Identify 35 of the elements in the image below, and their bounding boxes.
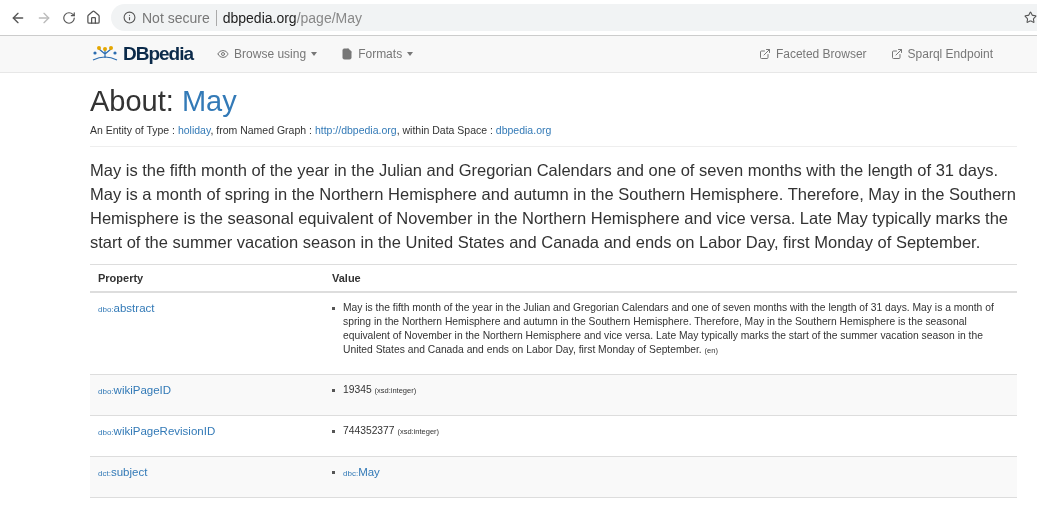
security-label: Not secure <box>142 9 210 26</box>
entity-description: An Entity of Type : holiday, from Named Graph : http://dbpedia.org, within Data Space : dbpedia.org <box>90 124 1017 147</box>
logo-icon <box>90 44 120 64</box>
url-text: dbpedia.org/page/May <box>222 9 363 26</box>
nav-menu[interactable]: Browse using <box>217 47 318 61</box>
logo-text[interactable]: DBpedia <box>123 43 194 65</box>
info-icon[interactable] <box>123 11 136 24</box>
star-icon[interactable] <box>1024 11 1037 24</box>
property-link[interactable]: dbo:abstract <box>98 301 155 358</box>
caret-icon <box>407 52 414 56</box>
caret-icon <box>311 52 318 56</box>
external-link-icon <box>890 48 903 60</box>
file-icon <box>341 48 354 60</box>
bullet-icon <box>332 430 335 433</box>
eye-icon <box>217 48 230 60</box>
value-link[interactable]: dbc:May <box>343 465 380 481</box>
column-header: Property <box>97 271 145 286</box>
abstract-paragraph: May is the fifth month of the year in the Julian and Gregorian Calendars and one of seven months with the length of 31 days. May is a month of spring in the Northern Hemisphere and autumn in the Southern Hemisphere. Therefore, May in the Southern Hemisphere is the seasonal equivalent of November in the Northern Hemisphere and vice versa. Late May typically marks the start of the summer vacation season in the United States and Canada and ends on Labor Day, first Monday of September. <box>90 160 1017 253</box>
nav-menu[interactable]: Formats <box>341 47 414 61</box>
bullet-icon <box>332 471 335 474</box>
subtitle-link[interactable]: dbpedia.org <box>495 124 552 136</box>
property-link[interactable]: dbo:wikiPageRevisionID <box>98 424 216 440</box>
page-title: About: May <box>90 85 238 118</box>
subtitle-link[interactable]: http://dbpedia.org <box>314 124 397 136</box>
nav-link[interactable]: Sparql Endpoint <box>890 47 993 61</box>
bullet-icon <box>332 307 335 310</box>
external-link-icon <box>758 48 771 60</box>
property-link[interactable]: dct:subject <box>98 465 148 481</box>
reload-icon[interactable] <box>62 10 76 25</box>
nav-link[interactable]: Faceted Browser <box>758 47 867 61</box>
home-icon[interactable] <box>86 10 101 25</box>
bullet-icon <box>332 389 335 392</box>
column-header: Value <box>331 271 362 286</box>
property-link[interactable]: dbo:wikiPageID <box>98 383 172 399</box>
address-bar[interactable]: Not secure dbpedia.org/page/May <box>111 4 1037 31</box>
